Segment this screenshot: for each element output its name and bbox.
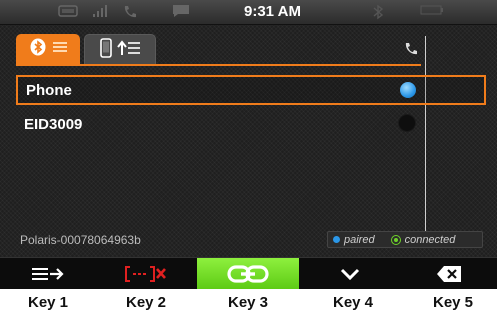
status-legend: paired connected — [327, 231, 483, 248]
link-icon — [227, 264, 269, 283]
key-5-button[interactable] — [400, 258, 497, 289]
status-column-divider — [425, 36, 426, 246]
paired-indicator — [400, 82, 416, 98]
menu-arrow-icon — [32, 267, 64, 280]
device-name: Polaris-00078064963b — [20, 233, 141, 247]
device-row-eid3009[interactable]: EID3009 — [16, 109, 486, 139]
connected-ring-icon — [390, 234, 401, 245]
tab-underline — [16, 64, 421, 66]
tab-phone-transfer[interactable] — [84, 34, 156, 65]
key-1-caption: Key 1 — [27, 294, 69, 311]
phone-status-icon — [124, 6, 136, 18]
key-2-button[interactable] — [96, 258, 196, 289]
chevron-down-icon — [340, 268, 359, 280]
tab-bluetooth-devices[interactable] — [16, 34, 80, 64]
battery-icon — [420, 5, 443, 15]
key-5-caption: Key 5 — [432, 294, 474, 311]
soft-key-bar — [0, 257, 497, 289]
device-label: Phone — [26, 81, 72, 99]
status-bar: 9:31 AM — [0, 0, 497, 25]
signal-icon — [93, 5, 107, 17]
legend-connected: connected — [404, 233, 456, 246]
legend-paired: paired — [344, 233, 375, 246]
media-icon — [58, 5, 78, 17]
status-indicator-empty — [398, 114, 416, 132]
bluetooth-status-icon — [373, 4, 384, 20]
backspace-icon — [436, 265, 461, 282]
key-4-button[interactable] — [300, 258, 399, 289]
status-time: 9:31 AM — [244, 3, 301, 20]
key-3-caption: Key 3 — [227, 294, 269, 311]
key-1-button[interactable] — [0, 258, 96, 289]
key-3-button[interactable] — [197, 258, 299, 289]
phone-icon — [99, 37, 112, 63]
key-2-caption: Key 2 — [125, 294, 167, 311]
phone-column-icon — [405, 43, 417, 55]
key-4-caption: Key 4 — [332, 294, 374, 311]
message-icon — [173, 5, 189, 17]
list-icon — [52, 40, 68, 59]
paired-dot-icon — [333, 236, 340, 243]
head-unit-screen: 9:31 AM Phone EID3009 Polaris-0007806496… — [0, 0, 497, 289]
bluetooth-icon — [29, 38, 47, 61]
device-row-phone[interactable]: Phone — [16, 75, 486, 105]
disconnect-icon — [125, 265, 166, 282]
key-captions: Key 1 Key 2 Key 3 Key 4 Key 5 — [0, 292, 497, 313]
device-label: EID3009 — [24, 115, 83, 133]
upload-list-icon — [116, 39, 141, 62]
